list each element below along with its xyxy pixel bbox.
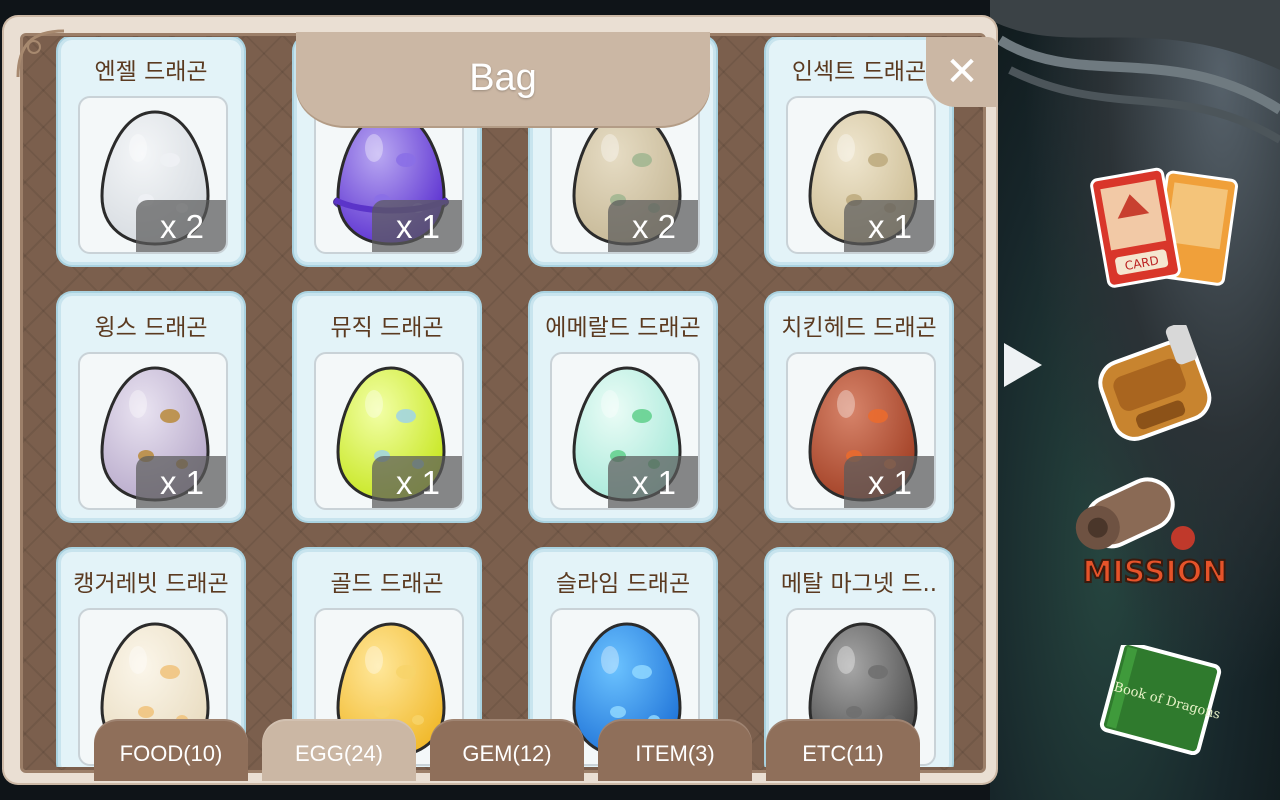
- backpack-button[interactable]: [1085, 322, 1225, 445]
- expand-arrow-icon[interactable]: [1004, 343, 1042, 387]
- item-count-badge: x 1: [844, 200, 934, 252]
- egg-slot: x 1: [786, 96, 936, 254]
- egg-slot: x 2: [78, 96, 228, 254]
- book-of-dragons-icon: Book of Dragons: [1099, 641, 1222, 756]
- tab-egg[interactable]: EGG(24): [262, 719, 416, 781]
- egg-item-name: 인섹트 드래곤: [791, 59, 927, 85]
- book-button[interactable]: Book of Dragons: [1085, 641, 1235, 756]
- item-count-badge: x 2: [608, 200, 698, 252]
- egg-item-name: 슬라임 드래곤: [555, 571, 691, 597]
- item-count-badge: x 1: [608, 456, 698, 508]
- card-icon: CARD: [1090, 167, 1238, 288]
- egg-item-card[interactable]: 인섹트 드래곤 x 1: [766, 37, 952, 265]
- egg-item-name: 엔젤 드래곤: [94, 59, 208, 85]
- card-button[interactable]: CARD: [1090, 165, 1240, 295]
- egg-item-card[interactable]: 윙스 드래곤 x 1: [58, 293, 244, 521]
- egg-item-card[interactable]: 에메랄드 드래곤 x 1: [530, 293, 716, 521]
- tab-gem[interactable]: GEM(12): [430, 719, 584, 781]
- egg-item-name: 뮤직 드래곤: [330, 315, 444, 341]
- egg-slot: x 1: [550, 352, 700, 510]
- item-count-badge: x 1: [372, 200, 462, 252]
- mission-scroll-icon: MISSION: [1075, 477, 1228, 591]
- egg-item-card[interactable]: 뮤직 드래곤 x 1: [294, 293, 480, 521]
- item-count-badge: x 1: [844, 456, 934, 508]
- egg-item-name: 윙스 드래곤: [94, 315, 208, 341]
- bag-title: Bag: [469, 57, 537, 99]
- mission-label: MISSION: [1083, 555, 1228, 590]
- tab-etc[interactable]: ETC(11): [766, 719, 920, 781]
- bag-panel: x 2x엔젤 드래곤x 2에일리언 드래곤x 1스웜프 드래곤x 2인섹트 드래…: [4, 17, 998, 783]
- item-count-badge: x 1: [372, 456, 462, 508]
- item-count-badge: x 2: [136, 200, 226, 252]
- item-grid: x 2x엔젤 드래곤x 2에일리언 드래곤x 1스웜프 드래곤x 2인섹트 드래…: [58, 37, 954, 767]
- item-count-badge: x 1: [136, 456, 226, 508]
- item-grid-viewport: x 2x엔젤 드래곤x 2에일리언 드래곤x 1스웜프 드래곤x 2인섹트 드래…: [24, 37, 979, 767]
- egg-item-name: 골드 드래곤: [330, 571, 444, 597]
- egg-item-card[interactable]: 치킨헤드 드래곤 x 1: [766, 293, 952, 521]
- egg-item-name: 캥거레빗 드래곤: [73, 571, 229, 597]
- egg-slot: x 1: [786, 352, 936, 510]
- mission-button[interactable]: MISSION: [1065, 470, 1245, 595]
- corner-ornament: [16, 29, 65, 78]
- tab-item[interactable]: ITEM(3): [598, 719, 752, 781]
- metal-ornament: [990, 0, 1280, 144]
- close-button[interactable]: ✕: [926, 37, 998, 107]
- egg-slot: x 1: [78, 352, 228, 510]
- egg-item-name: 치킨헤드 드래곤: [781, 315, 937, 341]
- egg-item-name: 메탈 마그넷 드..: [780, 571, 938, 597]
- category-tabs: FOOD(10) EGG(24) GEM(12) ITEM(3) ETC(11): [94, 719, 944, 781]
- egg-item-card[interactable]: 엔젤 드래곤 x 2: [58, 37, 244, 265]
- tab-food[interactable]: FOOD(10): [94, 719, 248, 781]
- egg-item-name: 에메랄드 드래곤: [545, 315, 701, 341]
- egg-slot: x 1: [314, 352, 464, 510]
- backpack-icon: [1098, 322, 1212, 441]
